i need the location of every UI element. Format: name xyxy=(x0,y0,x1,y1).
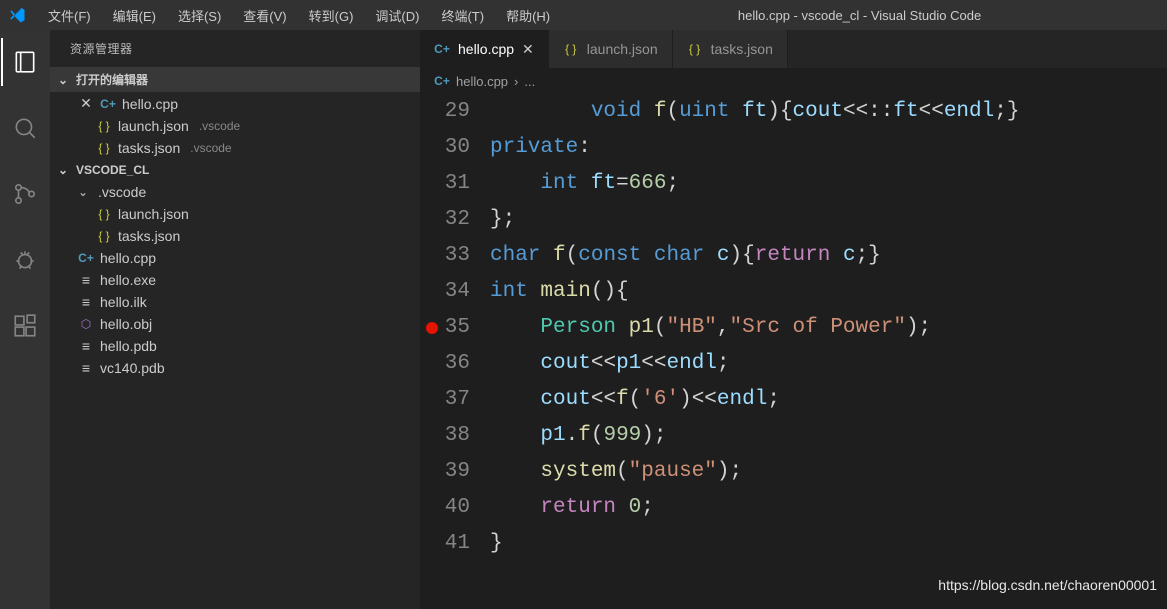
file-dir: .vscode xyxy=(199,119,240,133)
file-label: hello.cpp xyxy=(122,96,178,112)
breadcrumb-sep: › xyxy=(514,74,518,89)
tab-label: hello.cpp xyxy=(458,41,514,57)
menu-go[interactable]: 转到(G) xyxy=(299,2,364,29)
file-item[interactable]: ≡ hello.pdb xyxy=(50,335,420,357)
debug-icon[interactable] xyxy=(1,236,49,284)
workspace-label: VSCODE_CL xyxy=(76,163,149,177)
watermark: https://blog.csdn.net/chaoren00001 xyxy=(938,567,1157,603)
open-editors-header[interactable]: ⌄ 打开的编辑器 xyxy=(50,67,420,92)
editor-area: C+ hello.cpp ✕ { } launch.json { } tasks… xyxy=(420,30,1167,609)
json-icon: { } xyxy=(96,207,112,221)
menu-file[interactable]: 文件(F) xyxy=(38,2,101,29)
file-icon: ≡ xyxy=(78,294,94,310)
folder-item[interactable]: ⌄ .vscode xyxy=(50,181,420,203)
sidebar-title: 资源管理器 xyxy=(50,30,420,67)
json-icon: { } xyxy=(687,42,703,56)
file-label: hello.exe xyxy=(100,272,156,288)
close-icon[interactable]: ✕ xyxy=(522,41,534,58)
workspace-header[interactable]: ⌄ VSCODE_CL xyxy=(50,159,420,181)
breadcrumb[interactable]: C+ hello.cpp › ... xyxy=(420,68,1167,94)
chevron-down-icon: ⌄ xyxy=(58,163,72,177)
cpp-icon: C+ xyxy=(100,97,116,111)
file-item[interactable]: C+ hello.cpp xyxy=(50,247,420,269)
file-dir: .vscode xyxy=(190,141,231,155)
file-item[interactable]: { } tasks.json xyxy=(50,225,420,247)
file-item[interactable]: ≡ hello.exe xyxy=(50,269,420,291)
title-bar: 文件(F) 编辑(E) 选择(S) 查看(V) 转到(G) 调试(D) 终端(T… xyxy=(0,0,1167,30)
explorer-icon[interactable] xyxy=(1,38,49,86)
menu-debug[interactable]: 调试(D) xyxy=(365,2,429,29)
tab-label: tasks.json xyxy=(711,41,773,57)
file-label: vc140.pdb xyxy=(100,360,165,376)
chevron-down-icon: ⌄ xyxy=(58,73,72,87)
source-control-icon[interactable] xyxy=(1,170,49,218)
breakpoint-icon[interactable] xyxy=(426,322,438,334)
file-icon: ≡ xyxy=(78,360,94,376)
close-icon[interactable]: ✕ xyxy=(78,95,94,112)
tab-hello-cpp[interactable]: C+ hello.cpp ✕ xyxy=(420,30,549,68)
menu-bar: 文件(F) 编辑(E) 选择(S) 查看(V) 转到(G) 调试(D) 终端(T… xyxy=(38,2,560,29)
file-label: launch.json xyxy=(118,206,189,222)
menu-edit[interactable]: 编辑(E) xyxy=(103,2,166,29)
file-label: launch.json xyxy=(118,118,189,134)
open-editor-item[interactable]: ✕ C+ hello.cpp xyxy=(50,92,420,115)
code-lines[interactable]: void f(uint ft){cout<<::ft<<endl;}privat… xyxy=(490,94,1167,609)
gutter[interactable]: 29303132333435363738394041 xyxy=(420,94,490,609)
open-editor-item[interactable]: { } tasks.json .vscode xyxy=(50,137,420,159)
file-label: hello.cpp xyxy=(100,250,156,266)
json-icon: { } xyxy=(96,141,112,155)
file-item[interactable]: { } launch.json xyxy=(50,203,420,225)
chevron-down-icon: ⌄ xyxy=(78,185,92,199)
tab-launch-json[interactable]: { } launch.json xyxy=(549,30,673,68)
file-label: hello.ilk xyxy=(100,294,147,310)
cpp-icon: C+ xyxy=(434,42,450,56)
json-icon: { } xyxy=(96,119,112,133)
menu-selection[interactable]: 选择(S) xyxy=(168,2,231,29)
menu-terminal[interactable]: 终端(T) xyxy=(431,2,494,29)
folder-label: .vscode xyxy=(98,184,146,200)
tab-label: launch.json xyxy=(587,41,658,57)
window-title: hello.cpp - vscode_cl - Visual Studio Co… xyxy=(560,8,1159,23)
extensions-icon[interactable] xyxy=(1,302,49,350)
menu-view[interactable]: 查看(V) xyxy=(233,2,296,29)
cpp-icon: C+ xyxy=(434,74,450,88)
json-icon: { } xyxy=(563,42,579,56)
file-icon: ≡ xyxy=(78,272,94,288)
file-icon: ≡ xyxy=(78,338,94,354)
json-icon: { } xyxy=(96,229,112,243)
sidebar: 资源管理器 ⌄ 打开的编辑器 ✕ C+ hello.cpp { } launch… xyxy=(50,30,420,609)
tab-bar: C+ hello.cpp ✕ { } launch.json { } tasks… xyxy=(420,30,1167,68)
file-label: tasks.json xyxy=(118,228,180,244)
open-editor-item[interactable]: { } launch.json .vscode xyxy=(50,115,420,137)
file-label: hello.pdb xyxy=(100,338,157,354)
tab-tasks-json[interactable]: { } tasks.json xyxy=(673,30,788,68)
vscode-logo-icon xyxy=(8,6,26,24)
menu-help[interactable]: 帮助(H) xyxy=(496,2,560,29)
file-item[interactable]: ⬡ hello.obj xyxy=(50,313,420,335)
file-label: hello.obj xyxy=(100,316,152,332)
code-editor[interactable]: 29303132333435363738394041 void f(uint f… xyxy=(420,94,1167,609)
obj-icon: ⬡ xyxy=(78,317,94,331)
file-item[interactable]: ≡ vc140.pdb xyxy=(50,357,420,379)
open-editors-label: 打开的编辑器 xyxy=(76,71,148,88)
breadcrumb-more: ... xyxy=(524,74,535,89)
breadcrumb-file: hello.cpp xyxy=(456,74,508,89)
file-label: tasks.json xyxy=(118,140,180,156)
file-item[interactable]: ≡ hello.ilk xyxy=(50,291,420,313)
cpp-icon: C+ xyxy=(78,251,94,265)
activity-bar xyxy=(0,30,50,609)
search-icon[interactable] xyxy=(1,104,49,152)
